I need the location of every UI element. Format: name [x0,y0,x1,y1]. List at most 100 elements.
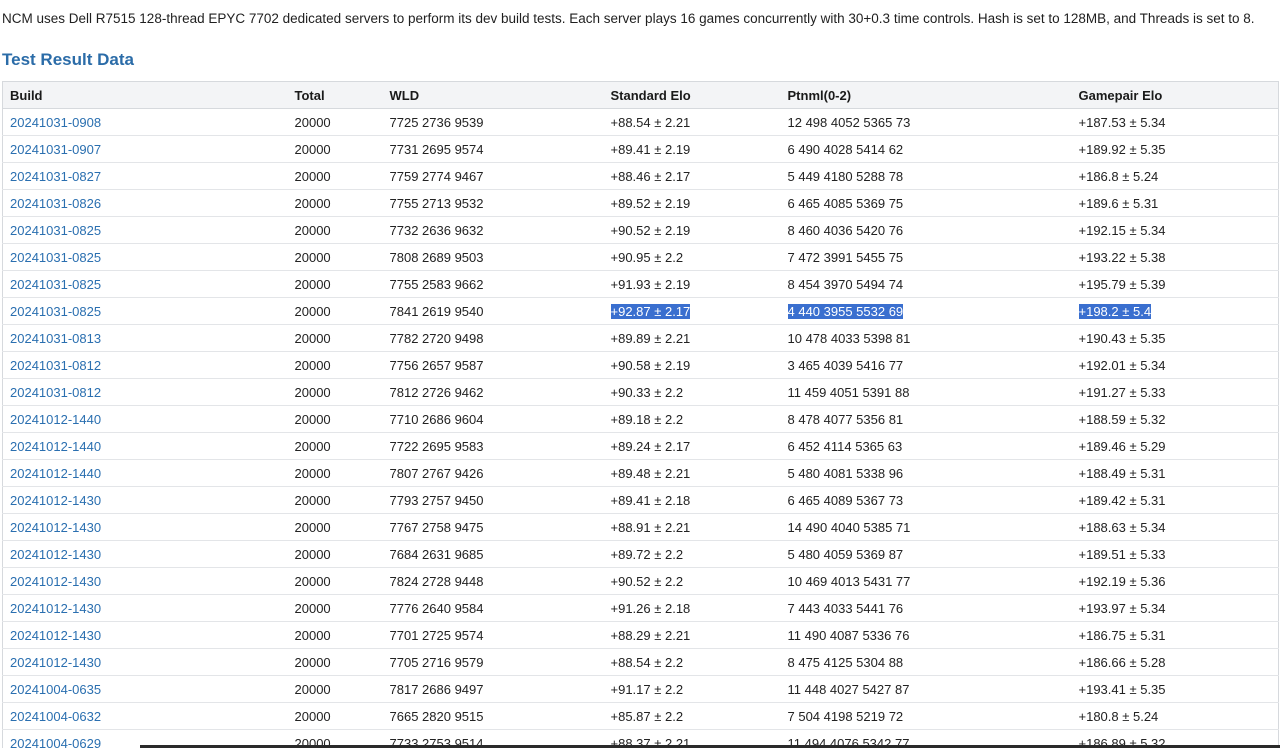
build-link[interactable]: 20241031-0825 [10,250,101,265]
cell-gamepair-elo-text: +187.53 ± 5.34 [1078,114,1166,130]
cell-ptnml: 5 449 4180 5288 78 [780,162,1072,190]
cell-standard-elo: +89.48 ± 2.21 [603,459,781,487]
build-link[interactable]: 20241031-0813 [10,331,101,346]
cell-standard-elo: +91.93 ± 2.19 [603,270,781,298]
cell-standard-elo-text: +90.52 ± 2.2 [610,573,684,589]
table-row: 20241031-0827 20000 7759 2774 9467 +88.46 ±… [2,162,1279,190]
cell-gamepair-elo: +188.63 ± 5.34 [1071,513,1279,541]
cell-gamepair-elo-text: +186.66 ± 5.28 [1078,654,1166,670]
cell-total: 20000 [287,432,383,460]
cell-ptnml: 5 480 4059 5369 87 [780,540,1072,568]
build-link[interactable]: 20241012-1430 [10,547,101,562]
table-row: 20241012-1440 20000 7807 2767 9426 +89.48 ±… [2,459,1279,487]
cell-standard-elo-text: +91.93 ± 2.19 [610,276,691,292]
cell-gamepair-elo-text: +192.19 ± 5.36 [1078,573,1166,589]
build-link[interactable]: 20241031-0825 [10,277,101,292]
cell-ptnml-text: 8 478 4077 5356 81 [787,411,904,427]
build-link[interactable]: 20241004-0629 [10,736,101,748]
cell-standard-elo: +89.24 ± 2.17 [603,432,781,460]
build-link[interactable]: 20241012-1440 [10,466,101,481]
build-link[interactable]: 20241004-0635 [10,682,101,697]
cell-ptnml-text: 8 475 4125 5304 88 [787,654,904,670]
cell-gamepair-elo-text: +180.8 ± 5.24 [1078,708,1159,724]
cell-total: 20000 [287,378,383,406]
cell-build: 20241012-1440 [2,432,288,460]
cell-standard-elo: +89.18 ± 2.2 [603,405,781,433]
cell-build: 20241031-0907 [2,135,288,163]
build-link[interactable]: 20241031-0825 [10,304,101,319]
cell-standard-elo: +89.52 ± 2.19 [603,189,781,217]
cell-gamepair-elo-text: +190.43 ± 5.35 [1078,330,1166,346]
cell-total: 20000 [287,486,383,514]
cell-standard-elo-text: +89.72 ± 2.2 [610,546,684,562]
build-link[interactable]: 20241012-1440 [10,412,101,427]
cell-ptnml-text: 11 490 4087 5336 76 [787,627,910,643]
cell-build: 20241031-0812 [2,378,288,406]
table-row: 20241012-1430 20000 7767 2758 9475 +88.91 ±… [2,513,1279,541]
cell-ptnml-text: 7 472 3991 5455 75 [787,249,904,265]
build-link[interactable]: 20241031-0825 [10,223,101,238]
cell-standard-elo: +90.52 ± 2.2 [603,567,781,595]
cell-ptnml-text: 6 490 4028 5414 62 [787,141,904,157]
cell-standard-elo-text: +89.18 ± 2.2 [610,411,684,427]
cell-wld: 7776 2640 9584 [382,594,604,622]
build-link[interactable]: 20241031-0826 [10,196,101,211]
results-table: Build Total WLD Standard Elo Ptnml(0-2) … [2,81,1279,748]
build-link[interactable]: 20241012-1430 [10,493,101,508]
build-link[interactable]: 20241031-0908 [10,115,101,130]
table-row: 20241012-1430 20000 7776 2640 9584 +91.26 ±… [2,594,1279,622]
build-link[interactable]: 20241012-1430 [10,520,101,535]
cell-gamepair-elo: +191.27 ± 5.33 [1071,378,1279,406]
cell-standard-elo-text: +89.24 ± 2.17 [610,438,691,454]
cell-gamepair-elo-text: +186.8 ± 5.24 [1078,168,1159,184]
cell-wld: 7841 2619 9540 [382,297,604,325]
cell-ptnml: 10 469 4013 5431 77 [780,567,1072,595]
build-link[interactable]: 20241031-0907 [10,142,101,157]
build-link[interactable]: 20241012-1430 [10,601,101,616]
cell-standard-elo: +88.54 ± 2.2 [603,648,781,676]
cell-wld: 7824 2728 9448 [382,567,604,595]
cell-standard-elo: +91.17 ± 2.2 [603,675,781,703]
cell-standard-elo-text: +89.41 ± 2.18 [610,492,691,508]
cell-ptnml: 11 459 4051 5391 88 [780,378,1072,406]
cell-gamepair-elo: +186.8 ± 5.24 [1071,162,1279,190]
header-gamepair-elo: Gamepair Elo [1071,81,1279,109]
build-link[interactable]: 20241012-1440 [10,439,101,454]
cell-gamepair-elo-text: +193.22 ± 5.38 [1078,249,1166,265]
build-link[interactable]: 20241004-0632 [10,709,101,724]
cell-standard-elo-text: +89.48 ± 2.21 [610,465,691,481]
cell-standard-elo-text: +90.58 ± 2.19 [610,357,691,373]
cell-build: 20241031-0827 [2,162,288,190]
cell-gamepair-elo-text: +189.42 ± 5.31 [1078,492,1166,508]
header-standard-elo: Standard Elo [603,81,781,109]
build-link[interactable]: 20241031-0812 [10,385,101,400]
cell-total: 20000 [287,405,383,433]
cell-build: 20241012-1430 [2,594,288,622]
cell-gamepair-elo-text: +189.46 ± 5.29 [1078,438,1166,454]
cell-build: 20241012-1430 [2,513,288,541]
cell-standard-elo-text: +91.17 ± 2.2 [610,681,684,697]
cell-ptnml-text: 11 459 4051 5391 88 [787,384,910,400]
build-link[interactable]: 20241031-0827 [10,169,101,184]
cell-standard-elo: +88.54 ± 2.21 [603,108,781,136]
cell-standard-elo-text: +90.52 ± 2.19 [610,222,691,238]
section-title: Test Result Data [2,50,134,69]
build-link[interactable]: 20241012-1430 [10,628,101,643]
cell-ptnml-text: 10 478 4033 5398 81 [787,330,911,346]
cell-gamepair-elo: +193.41 ± 5.35 [1071,675,1279,703]
cell-gamepair-elo: +180.8 ± 5.24 [1071,702,1279,730]
cell-wld: 7756 2657 9587 [382,351,604,379]
cell-ptnml-text: 8 460 4036 5420 76 [787,222,904,238]
build-link[interactable]: 20241012-1430 [10,574,101,589]
cell-gamepair-elo-text: +189.92 ± 5.35 [1078,141,1166,157]
build-link[interactable]: 20241031-0812 [10,358,101,373]
table-row: 20241012-1430 20000 7824 2728 9448 +90.52 ±… [2,567,1279,595]
cell-wld: 7732 2636 9632 [382,216,604,244]
cell-wld: 7705 2716 9579 [382,648,604,676]
cell-total: 20000 [287,540,383,568]
table-row: 20241004-0632 20000 7665 2820 9515 +85.87 ±… [2,702,1279,730]
cell-wld: 7782 2720 9498 [382,324,604,352]
cell-standard-elo: +90.95 ± 2.2 [603,243,781,271]
results-table-container: Build Total WLD Standard Elo Ptnml(0-2) … [2,81,1279,748]
build-link[interactable]: 20241012-1430 [10,655,101,670]
